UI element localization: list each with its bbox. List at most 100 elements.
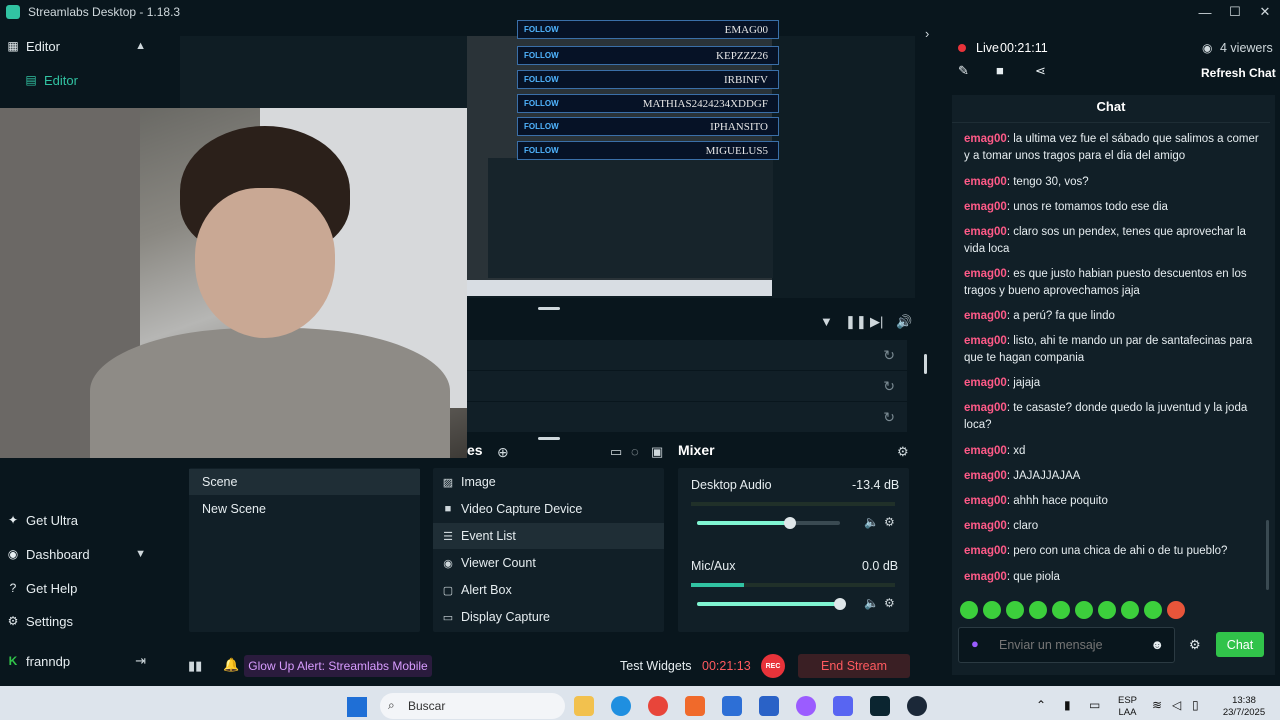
keyboard-icon[interactable]: ▭: [1089, 699, 1100, 711]
speaker-icon[interactable]: 🔈: [864, 515, 879, 529]
brave-icon[interactable]: [685, 696, 705, 716]
emote-icon[interactable]: [960, 601, 978, 619]
chat-message: emag00: la ultima vez fue el sábado que …: [964, 133, 1259, 162]
scene-item[interactable]: New Scene: [189, 496, 420, 522]
speaker-icon[interactable]: 🔈: [864, 596, 879, 610]
taskbar-clock[interactable]: 13:38 23/7/2025: [1216, 695, 1272, 719]
gear-icon[interactable]: ⚙: [884, 596, 895, 610]
alert-bell-icon[interactable]: 🔔: [223, 657, 239, 673]
taskbar-search[interactable]: ⌕ Buscar: [380, 693, 565, 719]
camera-icon: ■: [444, 503, 452, 515]
emote-icon[interactable]: [1075, 601, 1093, 619]
pause-icon[interactable]: ❚❚: [845, 314, 867, 330]
chevron-up-icon[interactable]: ⌃: [1036, 699, 1046, 711]
gear-icon[interactable]: ⚙: [884, 515, 895, 529]
logout-icon[interactable]: ⇥: [135, 653, 146, 669]
minimize-button[interactable]: —: [1190, 0, 1220, 24]
edit-icon[interactable]: ✎: [958, 63, 969, 79]
sidebar-item-get-help[interactable]: ? Get Help: [0, 574, 160, 602]
emote-icon[interactable]: [983, 601, 1001, 619]
scene-item[interactable]: Scene: [189, 469, 420, 495]
filter-icon[interactable]: ▼: [820, 314, 833, 329]
sidebar-editor-group[interactable]: ▦ Editor ▲: [0, 32, 160, 60]
rec-button[interactable]: REC: [761, 654, 785, 678]
drag-handle[interactable]: [538, 307, 560, 310]
source-item[interactable]: ◉ Viewer Count: [433, 550, 664, 576]
emote-icon[interactable]: [1098, 601, 1116, 619]
follow-alert: FOLLOW MIGUELUS5: [517, 141, 779, 160]
resize-handle[interactable]: [924, 354, 927, 374]
chat-message: emag00: a perú? fa que lindo: [964, 310, 1115, 322]
microphone-icon[interactable]: ▮: [1064, 699, 1071, 711]
emote-icon[interactable]: [1052, 601, 1070, 619]
emote-icon[interactable]: [1167, 601, 1185, 619]
refresh-icon[interactable]: ↻: [883, 409, 895, 426]
refresh-icon[interactable]: ↻: [883, 347, 895, 364]
add-source-icon[interactable]: ⊕: [497, 444, 509, 461]
search-icon: ⌕: [388, 698, 395, 712]
volume-icon[interactable]: 🔊: [896, 314, 912, 330]
camera-icon[interactable]: ■: [996, 63, 1004, 78]
file-explorer-icon[interactable]: [574, 696, 594, 716]
chat-input[interactable]: [999, 636, 1139, 654]
vscode-icon[interactable]: [759, 696, 779, 716]
chat-message: emag00: jajaja: [964, 377, 1041, 389]
source-settings-icon[interactable]: ▭: [610, 444, 622, 460]
source-hide-icon[interactable]: ◌: [631, 444, 639, 459]
stats-icon[interactable]: ▮▮: [188, 658, 202, 674]
refresh-icon[interactable]: ↻: [883, 378, 895, 395]
source-item[interactable]: ■ Video Capture Device: [433, 496, 664, 522]
chrome-icon[interactable]: [648, 696, 668, 716]
emote-icon[interactable]: [1029, 601, 1047, 619]
discord-icon[interactable]: [833, 696, 853, 716]
chevron-right-icon[interactable]: ›: [925, 26, 929, 41]
chrome-profile-icon[interactable]: [796, 696, 816, 716]
mic-icon[interactable]: ●: [971, 636, 979, 651]
emote-icon[interactable]: [1121, 601, 1139, 619]
viewer-count: 4 viewers: [1220, 41, 1273, 55]
drag-handle[interactable]: [538, 437, 560, 440]
chat-scrollbar[interactable]: [1266, 520, 1269, 590]
sidebar-user[interactable]: K franndp ⇥: [0, 647, 160, 675]
test-widgets-button[interactable]: Test Widgets: [620, 659, 692, 673]
edge-icon[interactable]: [611, 696, 631, 716]
chat-message: emag00: claro: [964, 520, 1039, 532]
chat-settings-icon[interactable]: ⚙: [1189, 637, 1201, 653]
chevron-down-icon: ▼: [135, 548, 146, 560]
emote-icon[interactable]: [1006, 601, 1024, 619]
sidebar-item-get-ultra[interactable]: ✦ Get Ultra: [0, 506, 160, 534]
source-item[interactable]: ▨ Image: [433, 469, 664, 495]
source-item[interactable]: ▭ Display Capture: [433, 604, 664, 630]
volume-icon[interactable]: ◁: [1172, 699, 1181, 711]
desktop-audio-meter: [691, 502, 895, 506]
windows-start-icon[interactable]: [347, 697, 367, 717]
sidebar-item-settings[interactable]: ⚙ Settings: [0, 607, 160, 635]
maximize-button[interactable]: ☐: [1220, 0, 1250, 24]
sidebar-item-dashboard[interactable]: ◉ Dashboard ▼: [0, 540, 160, 568]
streamlabs-taskbar-icon[interactable]: [870, 696, 890, 716]
store-icon[interactable]: [722, 696, 742, 716]
steam-icon[interactable]: [907, 696, 927, 716]
source-folder-icon[interactable]: ▣: [651, 444, 663, 460]
monitor-icon: ▭: [442, 611, 454, 624]
close-button[interactable]: ✕: [1250, 0, 1280, 24]
skip-icon[interactable]: ▶|: [870, 314, 883, 330]
wifi-icon[interactable]: ≋: [1152, 699, 1162, 711]
chat-send-button[interactable]: Chat: [1216, 632, 1264, 657]
webcam-source[interactable]: [0, 108, 467, 458]
mixer-title: Mixer: [678, 442, 715, 458]
battery-icon[interactable]: ▯: [1192, 699, 1199, 711]
emote-icon[interactable]: [1144, 601, 1162, 619]
glow-up-alert[interactable]: Glow Up Alert: Streamlabs Mobile: [244, 655, 432, 677]
source-item[interactable]: ▢ Alert Box: [433, 577, 664, 603]
emoji-icon[interactable]: ☻: [1150, 637, 1164, 652]
sidebar-item-editor[interactable]: ▤ Editor: [0, 66, 160, 94]
end-stream-button[interactable]: End Stream: [798, 654, 910, 678]
language-indicator[interactable]: ESP LAA: [1118, 695, 1137, 719]
mixer-gear-icon[interactable]: ⚙: [897, 444, 909, 460]
mic-slider[interactable]: [697, 598, 846, 610]
source-item[interactable]: ☰ Event List: [433, 523, 664, 549]
desktop-audio-slider[interactable]: [697, 517, 840, 529]
refresh-chat-button[interactable]: Refresh Chat: [1201, 66, 1276, 80]
share-icon[interactable]: ⋖: [1035, 63, 1046, 79]
